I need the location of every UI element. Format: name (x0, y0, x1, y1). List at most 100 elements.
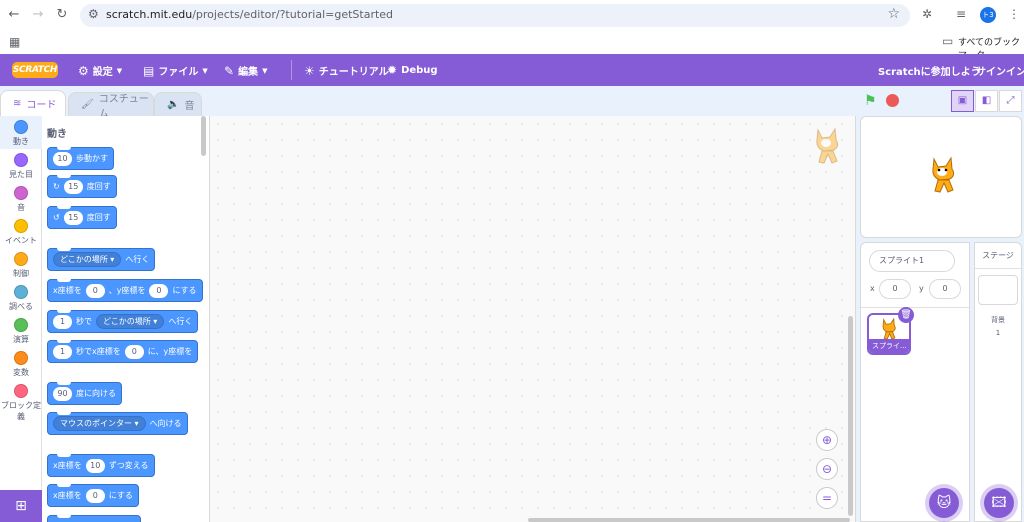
block-number-input[interactable]: 10 (53, 151, 72, 166)
stage-canvas[interactable] (860, 116, 1022, 238)
category-variables[interactable]: 変数 (0, 349, 42, 378)
block-number-input[interactable]: 1 (53, 314, 72, 329)
glide-to-block[interactable]: 1 秒で どこかの場所 ▾ へ行く (47, 310, 199, 333)
category-my-blocks[interactable]: ブロック定義 (0, 382, 42, 422)
workspace-vertical-scrollbar[interactable] (848, 316, 853, 516)
forward-icon[interactable]: → (30, 7, 46, 23)
chevron-down-icon: ▼ (202, 66, 208, 75)
green-flag-icon[interactable]: ⚑ (864, 93, 877, 109)
apps-grid-icon[interactable]: ▦ (9, 35, 20, 49)
code-workspace[interactable]: ⊕ ⊖ = (210, 116, 856, 522)
join-scratch-link[interactable]: Scratchに参加しよう (878, 63, 981, 78)
backdrops-count: 1 (995, 329, 1001, 337)
category-control[interactable]: 制御 (0, 250, 42, 279)
profile-avatar[interactable]: ト3 (980, 7, 996, 23)
stage-thumbnail[interactable] (978, 275, 1018, 305)
browser-menu-icon[interactable]: ⋮ (1008, 7, 1020, 21)
reading-list-icon[interactable]: ≡ (956, 7, 966, 21)
palette-heading: 動き (47, 129, 67, 140)
category-motion[interactable]: 動き (0, 116, 42, 149)
address-bar[interactable]: ⚙ scratch.mit.edu/projects/editor/?tutor… (80, 4, 910, 27)
fullscreen-button[interactable]: ⤢ (999, 90, 1022, 112)
cat-sprite[interactable] (926, 155, 960, 195)
next-block[interactable] (47, 515, 141, 522)
edit-menu[interactable]: ✎ 編集 ▼ (224, 63, 267, 79)
scratch-logo[interactable]: SCRATCH (12, 62, 58, 78)
sign-in-link[interactable]: サインイン (976, 63, 1024, 78)
workspace-horizontal-scrollbar[interactable] (528, 518, 850, 522)
add-extension-button[interactable]: ⊞ (0, 490, 42, 522)
site-info-icon[interactable]: ⚙ (88, 7, 99, 21)
sprite-name-input[interactable]: スプライト1 (869, 250, 955, 272)
bookmark-star-icon[interactable]: ☆ (887, 6, 900, 22)
glide-to-xy-block[interactable]: 1 秒でx座標を 0 に、y座標を (47, 340, 199, 363)
zoom-out-icon: ⊖ (821, 462, 833, 476)
block-number-input[interactable]: 0 (85, 488, 105, 503)
target-dropdown[interactable]: どこかの場所 ▾ (53, 252, 122, 267)
add-backdrop-icon: 🖾 (991, 495, 1007, 511)
small-stage-button[interactable]: ▣ (951, 90, 974, 112)
debug-button[interactable]: ✹ Debug (387, 63, 438, 77)
category-looks[interactable]: 見た目 (0, 151, 42, 180)
stage-selector[interactable]: ステージ 背景 1 🖾 (974, 242, 1022, 522)
rotate-right-icon: ↻ (53, 182, 60, 191)
category-menu: 動き 見た目 音 イベント 制御 調べる 演算 変数 ブロック定義 ⊞ (0, 116, 42, 522)
choose-sprite-button[interactable]: 🐱 (929, 488, 959, 518)
trash-icon: 🗑 (900, 310, 912, 320)
block-number-input[interactable]: 0 (85, 283, 105, 298)
tab-code[interactable]: ≋ コード (0, 90, 66, 116)
block-number-input[interactable]: 0 (149, 283, 169, 298)
change-x-block[interactable]: x座標を 10 ずつ変える (47, 454, 155, 477)
zoom-reset-button[interactable]: = (816, 487, 838, 509)
block-number-input[interactable]: 1 (53, 344, 72, 359)
url-text: scratch.mit.edu/projects/editor/?tutoria… (106, 8, 394, 21)
tab-sounds[interactable]: 🔈 音 (154, 92, 202, 116)
point-towards-block[interactable]: マウスのポインター ▾ へ向ける (47, 412, 188, 435)
sprite-x-input[interactable]: 0 (879, 279, 911, 299)
point-in-direction-block[interactable]: 90 度に向ける (47, 382, 122, 405)
large-stage-button[interactable]: ◧ (975, 90, 998, 112)
pencil-icon: ✎ (224, 63, 235, 78)
category-dot (14, 318, 28, 332)
zoom-in-button[interactable]: ⊕ (816, 429, 838, 451)
zoom-out-button[interactable]: ⊖ (816, 458, 838, 480)
extension-icon: ⊞ (15, 498, 27, 514)
turn-right-block[interactable]: ↻ 15 度回す (47, 175, 117, 198)
choose-backdrop-button[interactable]: 🖾 (984, 488, 1014, 518)
move-steps-block[interactable]: 10 歩動かす (47, 147, 114, 170)
extensions-icon[interactable]: ✲ (922, 7, 932, 21)
target-dropdown[interactable]: マウスのポインター ▾ (53, 416, 146, 431)
block-number-input[interactable]: 15 (63, 179, 83, 194)
target-dropdown[interactable]: どこかの場所 ▾ (96, 314, 165, 329)
tab-costumes[interactable]: 🖌 コスチューム (68, 92, 154, 120)
file-menu[interactable]: ▤ ファイル ▼ (143, 63, 208, 79)
back-icon[interactable]: ← (6, 7, 22, 23)
sprite-info-pane: スプライト1 x 0 y 0 スプライ... 🗑 🐱 (860, 242, 970, 522)
block-number-input[interactable]: 90 (53, 386, 72, 401)
category-dot (14, 153, 28, 167)
category-events[interactable]: イベント (0, 217, 42, 246)
delete-sprite-button[interactable]: 🗑 (898, 307, 914, 323)
category-sensing[interactable]: 調べる (0, 283, 42, 312)
stop-icon[interactable] (886, 94, 899, 107)
set-x-block[interactable]: x座標を 0 にする (47, 484, 139, 507)
turn-left-block[interactable]: ↺ 15 度回す (47, 206, 117, 229)
palette-scrollbar[interactable] (201, 116, 206, 156)
fullscreen-icon: ⤢ (1006, 95, 1015, 106)
reload-icon[interactable]: ↻ (54, 7, 70, 23)
tutorials-button[interactable]: ☀ チュートリアル (304, 63, 389, 79)
category-sound[interactable]: 音 (0, 184, 42, 213)
block-number-input[interactable]: 10 (85, 458, 105, 473)
block-number-input[interactable]: 0 (124, 344, 144, 359)
go-to-block[interactable]: どこかの場所 ▾ へ行く (47, 248, 156, 271)
block-number-input[interactable]: 15 (63, 210, 83, 225)
settings-menu[interactable]: ⚙ 設定 ▼ (78, 63, 122, 79)
sprite-y-input[interactable]: 0 (929, 279, 961, 299)
gear-icon: ⚙ (78, 63, 89, 78)
category-operators[interactable]: 演算 (0, 316, 42, 345)
bookmarks-bar: ▦ ▭ すべてのブックマーク (0, 30, 1024, 61)
go-to-xy-block[interactable]: x座標を 0 、y座標を 0 にする (47, 279, 203, 302)
category-dot (14, 285, 28, 299)
small-stage-icon: ▣ (957, 95, 968, 106)
brush-icon: 🖌 (81, 99, 94, 110)
